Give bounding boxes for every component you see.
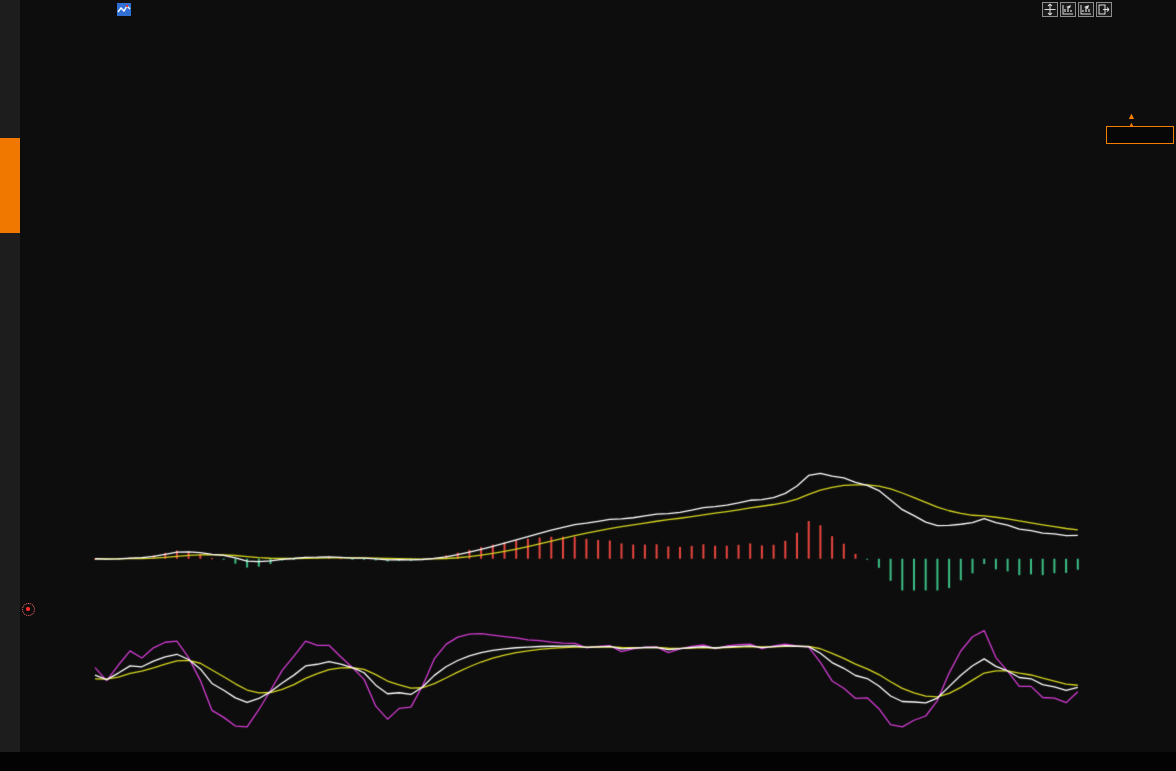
chart-type-icon[interactable] — [117, 2, 131, 16]
left-sidebar — [0, 0, 20, 752]
panel-collapse-icon[interactable] — [22, 603, 35, 616]
zoom-out-chart-icon[interactable] — [1078, 2, 1094, 17]
sidebar-item-flash-chart[interactable] — [0, 256, 20, 352]
chart-header — [90, 1, 194, 17]
last-price-tag — [1106, 126, 1174, 144]
trading-app-window: ▲ ▲ — [0, 0, 1176, 771]
chart-toolbar — [1042, 2, 1112, 17]
sidebar-item-time-chart[interactable] — [0, 5, 20, 101]
zoom-in-chart-icon[interactable] — [1060, 2, 1076, 17]
sidebar-item-contract-info[interactable] — [0, 378, 20, 504]
x-axis-row — [0, 731, 1176, 752]
bottom-tab-bar — [0, 752, 1176, 771]
sidebar-item-kline-chart[interactable] — [0, 138, 20, 233]
pan-crosshair-icon[interactable] — [1042, 2, 1058, 17]
candlestick-chart-canvas[interactable] — [0, 0, 1176, 771]
exit-fullscreen-icon[interactable] — [1096, 2, 1112, 17]
